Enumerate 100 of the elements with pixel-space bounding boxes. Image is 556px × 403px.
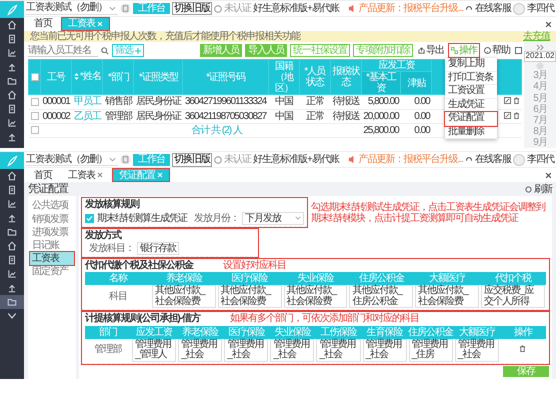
help-icon — [484, 47, 491, 54]
menu-item[interactable]: 进项发票 — [30, 226, 74, 240]
caret-icon — [109, 156, 116, 162]
user-name[interactable]: 李四代 — [527, 154, 554, 166]
menu-item[interactable]: 日记账 — [30, 239, 74, 252]
annotation-note: 如果有多个部门，可依次添加部门和对应的科目 — [230, 313, 419, 325]
month-select[interactable]: 下月发放 — [242, 212, 304, 225]
table-cell: 000002 — [40, 109, 72, 124]
refresh-link[interactable]: 刷新 — [534, 184, 552, 196]
account-field[interactable]: 管理费用_社会 — [362, 338, 407, 362]
column-header: 津贴 — [400, 72, 432, 95]
support-link[interactable]: 在线客服 — [475, 154, 511, 166]
switch-version-button[interactable]: 切换旧版 — [172, 2, 212, 16]
document-icon — [7, 34, 17, 44]
account-field[interactable]: 管理费用_社会 — [454, 338, 499, 362]
document-icon — [7, 255, 17, 266]
trash-icon[interactable] — [512, 97, 520, 104]
checkbox[interactable] — [30, 73, 38, 82]
trash-icon[interactable] — [519, 345, 526, 352]
tab[interactable]: 首页 — [28, 18, 58, 30]
table-cell: 中国 — [268, 94, 300, 110]
account-field[interactable]: 其他应付款_社会保险费 — [415, 285, 480, 308]
checkbox[interactable] — [85, 214, 94, 223]
tool-button[interactable]: 导出 — [416, 44, 446, 58]
checkbox[interactable] — [30, 126, 38, 134]
grid-icon — [451, 47, 458, 54]
column-header: 失业保险 — [269, 326, 316, 339]
panel-icon[interactable] — [515, 47, 522, 54]
checkbox[interactable] — [30, 98, 38, 106]
document-icon — [7, 104, 17, 114]
tool-button[interactable]: 帮助 — [482, 44, 512, 58]
column-group-header: 应发工资 — [361, 60, 432, 72]
switch-version-button[interactable]: 切换旧版 — [172, 153, 212, 167]
field-label: 发放科目： — [89, 243, 134, 254]
column-header: *证照号码 — [206, 72, 246, 83]
home-icon — [7, 241, 17, 252]
menu-item[interactable]: 工资表 — [30, 252, 74, 266]
table-cell: 360427199601133324 — [182, 94, 268, 110]
menu-item[interactable]: 公共选项 — [30, 199, 74, 213]
close-icon[interactable] — [97, 172, 103, 178]
account-field[interactable]: 管理费用_社会 — [270, 338, 314, 362]
account-field[interactable]: 其他应付款_社会保险费 — [284, 285, 348, 308]
column-header: 医疗保险 — [216, 272, 283, 286]
table-cell: 0.00 — [400, 94, 432, 110]
plus-icon — [135, 48, 141, 54]
account-field[interactable]: 其他应付款_社会保险费 — [152, 285, 216, 308]
account-field[interactable]: 其他应付款_社会保险费 — [218, 285, 282, 308]
close-icon[interactable] — [545, 172, 552, 179]
collapse-icon[interactable] — [536, 44, 544, 52]
account-field[interactable]: 管理费用_社会 — [224, 338, 268, 362]
field-label: 发放月份： — [194, 212, 239, 224]
menu-item[interactable]: 生成凭证 — [445, 98, 497, 112]
edit-icon[interactable] — [504, 97, 510, 104]
checkbox[interactable] — [30, 112, 38, 120]
chart-icon — [7, 118, 17, 128]
account-field[interactable]: 管理费用_社会 — [178, 338, 222, 362]
logo-tile[interactable] — [0, 152, 24, 170]
trash-icon[interactable] — [512, 112, 520, 119]
account-field[interactable]: 管理费用_社会 — [316, 338, 361, 362]
menu-item[interactable]: 凭证配置 — [445, 112, 497, 126]
search-icon[interactable] — [101, 46, 109, 55]
table-cell: 中国 — [268, 109, 300, 124]
table-cell: 20,000.00 — [361, 109, 401, 124]
company-select[interactable]: 工资表测试（勿删） — [26, 2, 118, 15]
column-header: 住房公积金 — [408, 326, 454, 339]
column-header: *姓名 — [80, 71, 101, 82]
close-icon[interactable] — [545, 20, 552, 28]
date-field[interactable]: 2021.02 — [524, 51, 556, 62]
table-cell: 5,800.00 — [361, 94, 401, 110]
company-select[interactable]: 工资表测试（勿删） — [26, 154, 118, 166]
menu-item[interactable]: 销项发票 — [30, 212, 74, 226]
export-icon — [418, 47, 425, 54]
user-name[interactable]: 李四代 — [527, 2, 554, 14]
upload-icon — [7, 213, 17, 224]
logo-tile[interactable] — [0, 1, 24, 18]
menu-item[interactable]: 固定资产 — [30, 265, 74, 279]
document-icon — [7, 185, 17, 196]
table-cell: 居民身份证 — [134, 109, 183, 124]
nav-item[interactable] — [0, 295, 24, 310]
notice-text: 您当前已无可用个税申报人次数，充值后才能使用个税申报相关功能 — [30, 31, 300, 42]
account-field[interactable]: 银行存款 — [137, 242, 179, 256]
chart-icon — [7, 269, 17, 280]
page-title: 凭证配置 — [28, 183, 68, 196]
account-field[interactable]: 应交税费_应交个人所得 — [481, 285, 545, 308]
search-field[interactable]: 请输入员工姓名 — [28, 44, 98, 57]
home-icon — [7, 90, 17, 100]
account-field[interactable]: 管理费用_住房 — [408, 338, 453, 362]
table-cell-text: 科目 — [108, 290, 128, 304]
tab[interactable]: 首页 — [28, 169, 58, 182]
auth-status: 未认证 — [224, 154, 251, 166]
edit-icon[interactable] — [504, 112, 510, 119]
table-cell: 管理部 — [85, 338, 132, 362]
account-field[interactable]: 其他应付款_住房公积金 — [349, 285, 414, 308]
tab[interactable]: 工资表 — [62, 169, 109, 182]
support-link[interactable]: 在线客服 — [475, 2, 511, 14]
table-cell: 管理部 — [102, 109, 134, 124]
account-field[interactable]: 管理费用_管理人 — [132, 338, 176, 362]
column-header: 养老保险 — [150, 272, 217, 286]
table-cell: 000001 — [40, 94, 72, 110]
column-header: 住房公积金 — [348, 272, 414, 286]
